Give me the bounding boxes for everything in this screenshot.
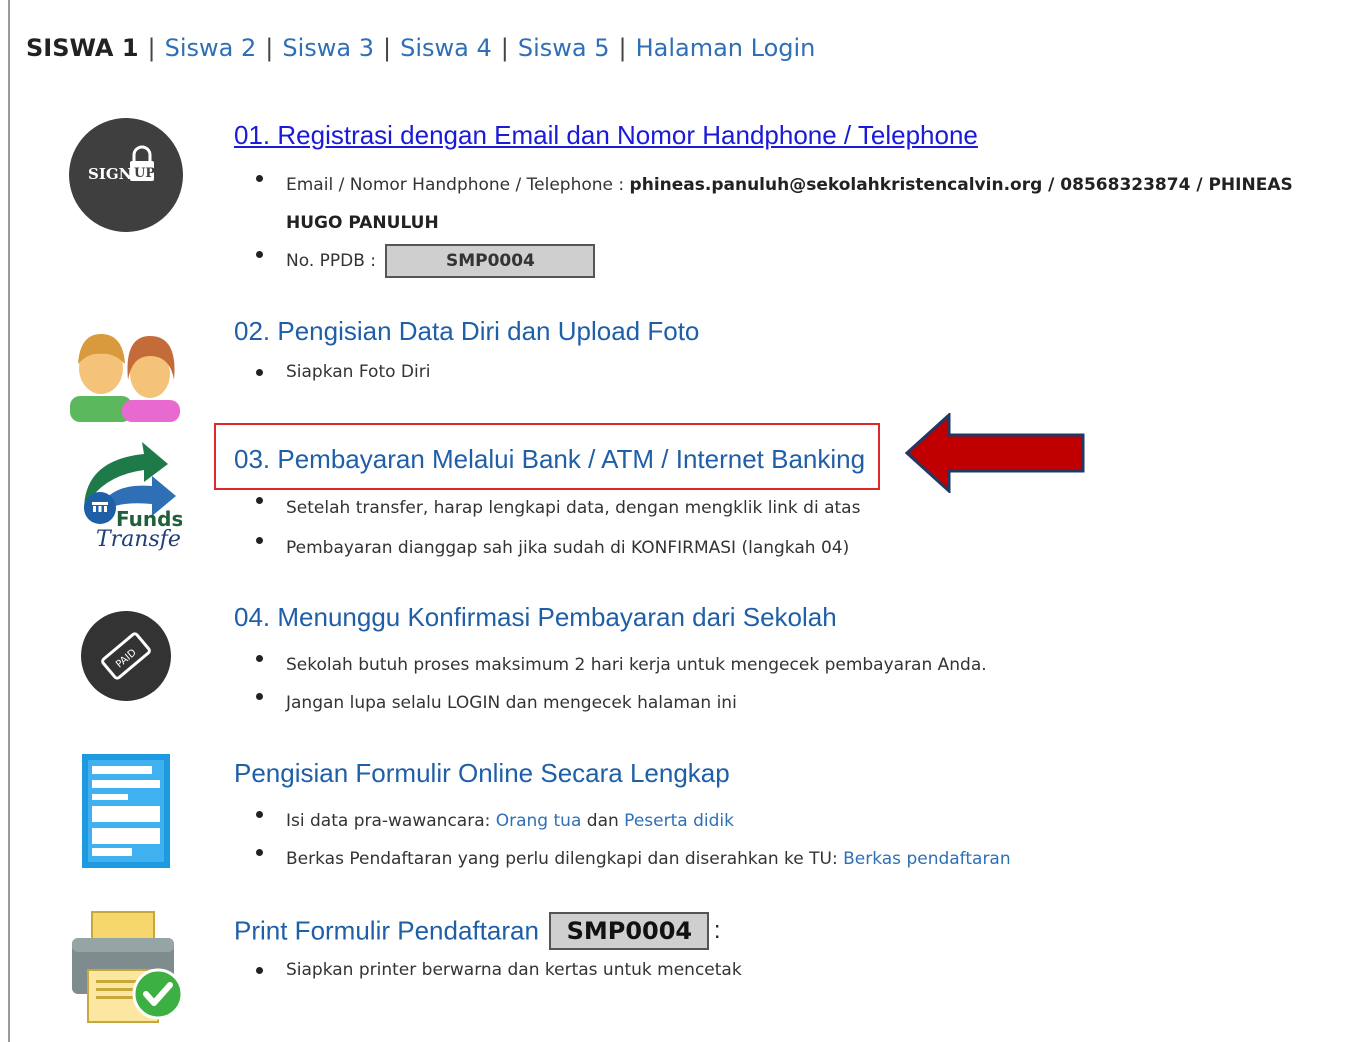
list-item: Siapkan Foto Diri (254, 360, 430, 384)
paid-icon: PAID (81, 611, 171, 701)
step-03-details: Setelah transfer, harap lengkapi data, d… (254, 488, 860, 568)
step-06-details: Siapkan printer berwarna dan kertas untu… (254, 958, 742, 982)
tab-siswa-2[interactable]: Siswa 2 (165, 34, 257, 62)
student-tabs: SISWA 1 | Siswa 2 | Siswa 3 | Siswa 4 | Siswa 5 |… (26, 34, 815, 70)
list-item: Email / Nomor Handphone / Telephone : ph… (254, 166, 1293, 204)
funds-transfer-icon: Funds Transfer (84, 442, 182, 552)
step-01-link[interactable]: 01. Registrasi dengan Email dan Nomor Ha… (234, 120, 978, 151)
list-item: Berkas Pendaftaran yang perlu dilengkapi… (254, 840, 1011, 878)
tab-siswa-4[interactable]: Siswa 4 (400, 34, 492, 62)
nav-separator: | (383, 34, 392, 62)
colon-text: : (713, 917, 721, 944)
people-icon (70, 334, 180, 422)
student-form-link[interactable]: Peserta didik (624, 811, 734, 831)
pointer-arrow-icon (905, 413, 1085, 493)
list-item: Jangan lupa selalu LOGIN dan mengecek ha… (254, 684, 987, 722)
print-form-link[interactable]: Print Formulir Pendaftaran (234, 916, 539, 946)
and-text: dan (586, 811, 619, 831)
step-02-title: 02. Pengisian Data Diri dan Upload Foto (234, 316, 700, 346)
nav-separator: | (500, 34, 509, 62)
print-form-row: Print Formulir Pendaftaran SMP0004 : (234, 912, 720, 950)
left-border (8, 0, 10, 1042)
form-document-icon (82, 754, 170, 868)
svg-text:UP: UP (134, 166, 155, 181)
list-item: Pembayaran dianggap sah jika sudah di KO… (254, 528, 860, 568)
prefix-text: Isi data pra-wawancara: (286, 811, 491, 831)
list-item: Setelah transfer, harap lengkapi data, d… (254, 488, 860, 528)
step-01-details: Email / Nomor Handphone / Telephone : ph… (254, 166, 1293, 280)
step-03-link[interactable]: 03. Pembayaran Melalui Bank / ATM / Inte… (234, 444, 865, 475)
step-04-details: Sekolah butuh proses maksimum 2 hari ker… (254, 646, 987, 722)
parent-form-link[interactable]: Orang tua (496, 811, 582, 831)
list-item: No. PPDB : SMP0004 (254, 242, 1293, 280)
registration-documents-link[interactable]: Berkas pendaftaran (843, 849, 1011, 869)
list-item: Isi data pra-wawancara: Orang tua dan Pe… (254, 802, 1011, 840)
tab-siswa-3[interactable]: Siswa 3 (282, 34, 374, 62)
login-page-link[interactable]: Halaman Login (636, 34, 816, 62)
step-04-title: 04. Menunggu Konfirmasi Pembayaran dari … (234, 602, 837, 632)
step-05-details: Isi data pra-wawancara: Orang tua dan Pe… (254, 802, 1011, 878)
list-item-continuation: HUGO PANULUH (254, 204, 1293, 242)
printer-check-icon (72, 911, 184, 1023)
registration-code-box: SMP0004 (549, 912, 710, 950)
nav-separator: | (265, 34, 274, 62)
svg-text:SIGN: SIGN (88, 165, 133, 183)
ppdb-label: No. PPDB : (286, 251, 377, 271)
svg-text:Transfer: Transfer (96, 527, 182, 552)
email-label: Email / Nomor Handphone / Telephone : (286, 175, 625, 195)
ppdb-number-box: SMP0004 (385, 244, 596, 278)
step-02-details: Siapkan Foto Diri (254, 360, 430, 384)
list-item: Siapkan printer berwarna dan kertas untu… (254, 958, 742, 982)
tab-siswa-5[interactable]: Siswa 5 (518, 34, 610, 62)
prefix-text: Berkas Pendaftaran yang perlu dilengkapi… (286, 849, 838, 869)
sign-up-icon: SIGN UP (69, 118, 183, 232)
email-value: phineas.panuluh@sekolahkristencalvin.org… (629, 175, 1293, 195)
nav-separator: | (147, 34, 156, 62)
tab-siswa-1-current: SISWA 1 (26, 34, 139, 62)
list-item: Sekolah butuh proses maksimum 2 hari ker… (254, 646, 987, 684)
step-05-title: Pengisian Formulir Online Secara Lengkap (234, 758, 730, 788)
email-value-cont: HUGO PANULUH (286, 213, 439, 233)
nav-separator: | (618, 34, 627, 62)
